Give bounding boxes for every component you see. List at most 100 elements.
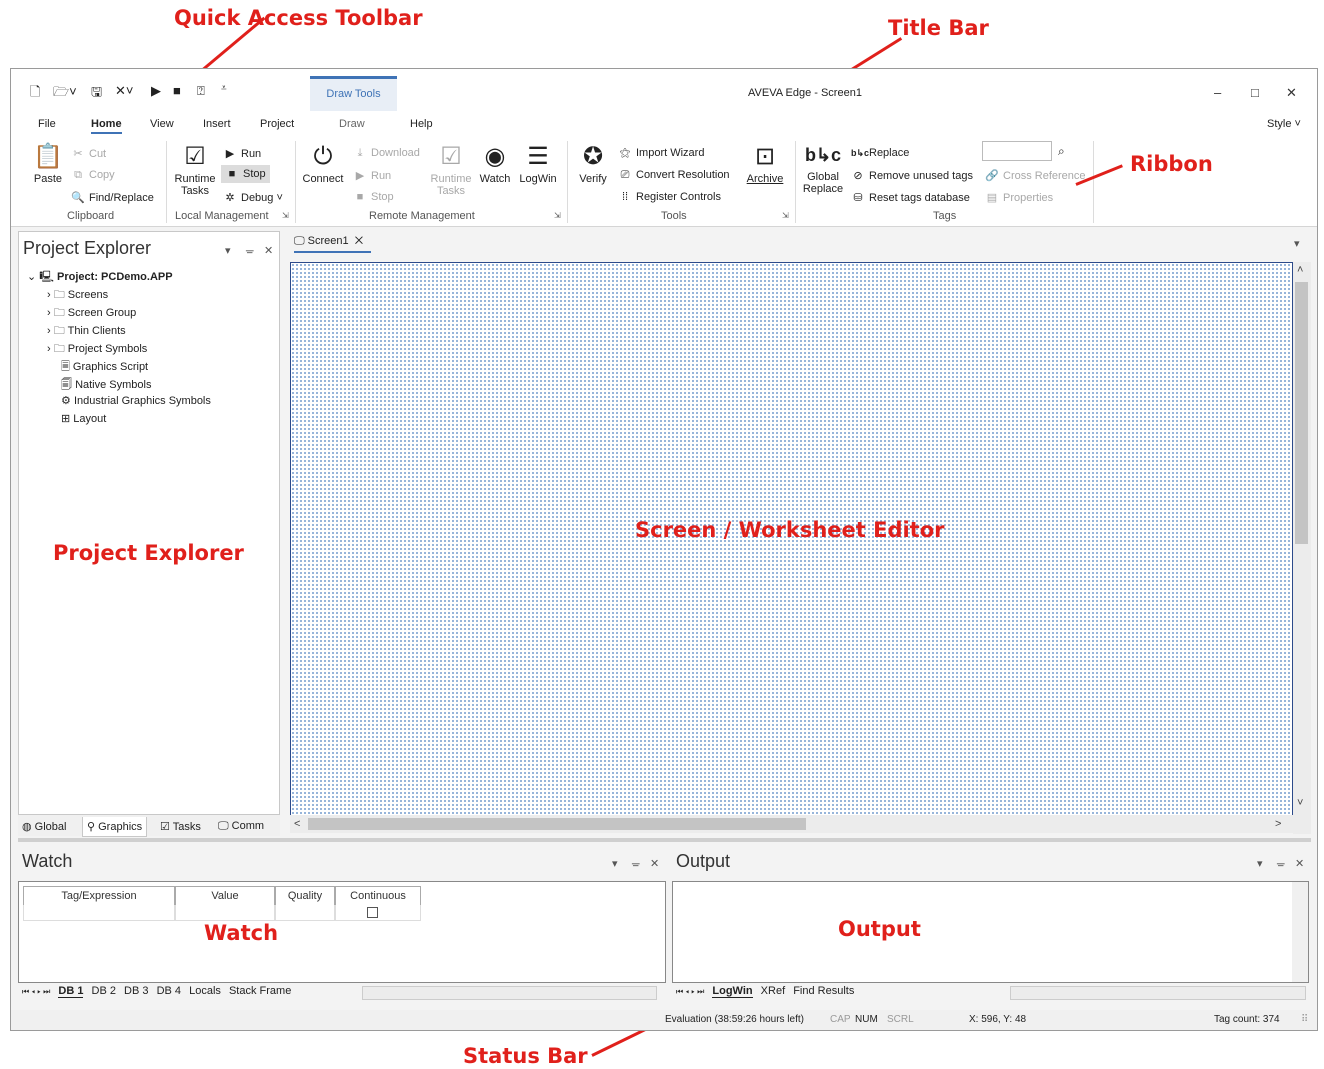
scroll-up-icon[interactable]: ˄ — [1297, 264, 1303, 276]
close-panel-icon[interactable]: ✕ — [650, 857, 659, 870]
tab-draw[interactable]: Draw — [339, 118, 365, 130]
tab-file[interactable]: File — [38, 118, 56, 130]
vertical-scrollbar[interactable]: ˄ ˅ — [1293, 262, 1311, 834]
register-controls-button[interactable]: ⁞⁞ Register Controls — [618, 191, 721, 203]
column-header-continuous[interactable]: Continuous — [335, 886, 421, 906]
scroll-right-icon[interactable]: > — [1275, 818, 1281, 830]
close-panel-icon[interactable]: ✕ — [264, 244, 273, 257]
logwin-button[interactable]: ☰ LogWin — [517, 143, 559, 185]
search-icon[interactable]: ⌕ — [1058, 144, 1065, 159]
column-header-quality[interactable]: Quality — [275, 886, 335, 906]
import-wizard-button[interactable]: ⚝ Import Wizard — [618, 147, 705, 160]
continuous-checkbox[interactable] — [367, 907, 378, 918]
tab-nav-icon[interactable]: ⏮ ◂ ▸ ⏭ — [676, 987, 704, 997]
tab-find-results[interactable]: Find Results — [793, 985, 854, 997]
watch-cell[interactable] — [275, 905, 335, 921]
dialog-launcher-icon[interactable]: ⇲ — [782, 211, 789, 220]
watch-cell[interactable] — [175, 905, 275, 921]
horizontal-scrollbar[interactable]: < > — [290, 815, 1293, 833]
remote-runtime-tasks-button[interactable]: ☑ Runtime Tasks — [428, 143, 474, 197]
connect-button[interactable]: ⏻ Connect — [301, 143, 345, 185]
tab-graphics[interactable]: ⚲ Graphics — [82, 817, 148, 837]
remove-unused-tags-button[interactable]: ⊘ Remove unused tags — [851, 169, 973, 182]
tree-item-project[interactable]: ⌄ 🖳 Project: PCDemo.APP — [27, 268, 211, 286]
dialog-launcher-icon[interactable]: ⇲ — [554, 211, 561, 220]
tab-nav-icon[interactable]: ⏮ ◂ ▸ ⏭ — [22, 987, 50, 997]
local-stop-button[interactable]: ■ Stop — [221, 165, 270, 183]
tab-stack-frame[interactable]: Stack Frame — [229, 985, 291, 997]
output-vscrollbar[interactable] — [1292, 882, 1308, 982]
help-icon[interactable]: ⍰ — [197, 83, 205, 99]
new-file-icon[interactable]: 🗋 — [30, 83, 40, 105]
tab-tasks[interactable]: ☑ Tasks — [160, 820, 201, 833]
tab-screen1[interactable]: 🖵 Screen1 ✕ — [294, 235, 372, 253]
scroll-left-icon[interactable]: < — [294, 818, 300, 830]
close-tab-icon[interactable]: ✕ — [355, 235, 363, 247]
watch-button[interactable]: ◉ Watch — [477, 143, 513, 185]
tree-item-industrial-graphics-symbols[interactable]: ⚙ Industrial Graphics Symbols — [27, 394, 211, 412]
tab-comm[interactable]: 🖵 Comm — [218, 820, 264, 833]
replace-button[interactable]: b↳cReplace — [851, 147, 909, 159]
tab-home[interactable]: Home — [91, 118, 122, 134]
tab-insert[interactable]: Insert — [203, 118, 231, 130]
cross-reference-button[interactable]: 🔗 Cross Reference — [985, 169, 1085, 182]
save-icon[interactable]: 🖫 — [91, 83, 102, 105]
find-replace-button[interactable]: 🔍 Find/Replace — [71, 191, 154, 204]
archive-button[interactable]: ⊡ Archive — [744, 143, 786, 185]
cut-button[interactable]: ✂ Cut — [71, 147, 106, 160]
remote-run-button[interactable]: ▶ Run — [353, 169, 391, 182]
output-hscrollbar[interactable] — [1010, 986, 1306, 1000]
debug-button[interactable]: ✲ Debug ˅ — [223, 191, 283, 204]
stop-icon[interactable]: ■ — [173, 83, 181, 98]
verify-button[interactable]: ✪ Verify — [574, 143, 612, 185]
scrollbar-thumb[interactable] — [308, 818, 806, 830]
watch-cell[interactable] — [335, 905, 421, 921]
draw-tools-context-tab[interactable]: Draw Tools — [310, 76, 397, 111]
tree-item-screen-group[interactable]: › 🗀 Screen Group — [27, 304, 211, 322]
tab-locals[interactable]: Locals — [189, 985, 221, 997]
convert-resolution-button[interactable]: ⎚ Convert Resolution — [618, 169, 730, 182]
panel-dropdown-icon[interactable]: ▾ — [225, 244, 231, 257]
dialog-launcher-icon[interactable]: ⇲ — [282, 211, 289, 220]
paste-button[interactable]: 📋 Paste — [31, 143, 65, 185]
open-folder-icon[interactable]: 🗁˅ — [53, 83, 77, 105]
tab-db2[interactable]: DB 2 — [92, 985, 116, 997]
minimize-button[interactable]: – — [1214, 85, 1221, 100]
tab-db1[interactable]: DB 1 — [58, 985, 84, 998]
tree-item-layout[interactable]: ⊞ Layout — [27, 412, 211, 430]
copy-button[interactable]: ⧉ Copy — [71, 169, 115, 182]
watch-hscrollbar[interactable] — [362, 986, 657, 1000]
properties-button[interactable]: ▤ Properties — [985, 191, 1053, 204]
download-button[interactable]: ⤓ Download — [353, 147, 420, 160]
run-icon[interactable]: ▶ — [151, 83, 161, 99]
tag-search-input[interactable] — [982, 141, 1052, 161]
local-run-button[interactable]: ▶ Run — [223, 147, 261, 160]
column-header-value[interactable]: Value — [175, 886, 275, 906]
tree-item-project-symbols[interactable]: › 🗀 Project Symbols — [27, 340, 211, 358]
watch-cell[interactable] — [23, 905, 175, 921]
output-text-area[interactable] — [672, 881, 1309, 983]
pin-icon[interactable]: ᚚ — [1277, 857, 1285, 870]
tab-xref[interactable]: XRef — [761, 985, 785, 997]
tab-db3[interactable]: DB 3 — [124, 985, 148, 997]
runtime-tasks-button[interactable]: ☑ Runtime Tasks — [173, 143, 217, 197]
global-replace-button[interactable]: b↳c Global Replace — [801, 141, 845, 195]
scrollbar-thumb[interactable] — [1295, 282, 1308, 544]
screen-editor-canvas[interactable] — [290, 262, 1293, 829]
close-project-icon[interactable]: ✕˅ — [115, 83, 133, 99]
remote-stop-button[interactable]: ■ Stop — [353, 191, 394, 203]
tree-item-graphics-script[interactable]: 🗏 Graphics Script — [27, 358, 211, 376]
style-menu[interactable]: Style ˅ — [1267, 118, 1301, 130]
reset-tags-database-button[interactable]: ⛁ Reset tags database — [851, 191, 970, 204]
tab-project[interactable]: Project — [260, 118, 294, 130]
close-panel-icon[interactable]: ✕ — [1295, 857, 1304, 870]
close-window-button[interactable]: ✕ — [1286, 85, 1297, 101]
column-header-tag-expression[interactable]: Tag/Expression — [23, 886, 175, 906]
tab-logwin[interactable]: LogWin — [712, 985, 753, 998]
pin-icon[interactable]: ᚚ — [632, 857, 640, 870]
tab-global[interactable]: ◍ Global — [22, 820, 66, 833]
panel-dropdown-icon[interactable]: ▾ — [612, 857, 618, 870]
customize-toolbar-icon[interactable]: ⩡ — [221, 83, 227, 94]
tree-item-screens[interactable]: › 🗀 Screens — [27, 286, 211, 304]
tab-view[interactable]: View — [150, 118, 174, 130]
